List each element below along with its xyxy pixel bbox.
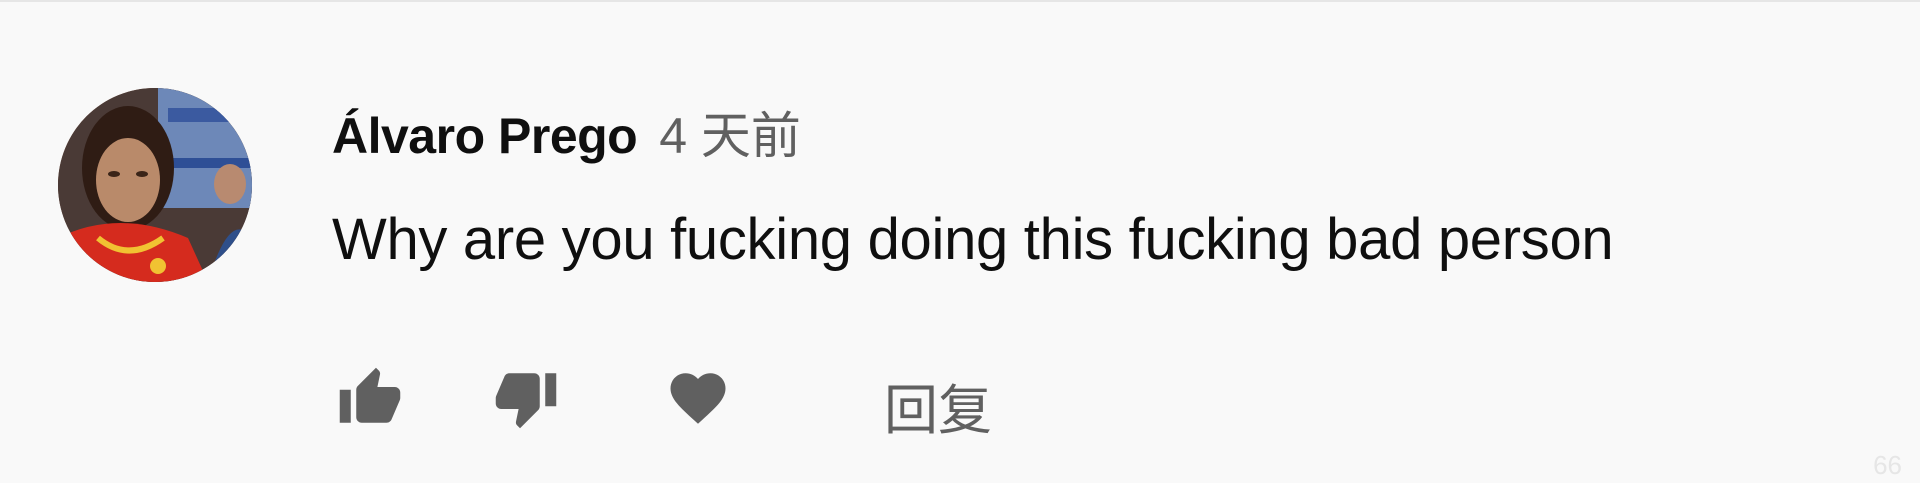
like-button[interactable] [332,362,408,434]
thumbs-down-icon [495,373,557,429]
comment-text: Why are you fucking doing this fucking b… [332,207,1614,272]
heart-button[interactable] [660,362,736,434]
heart-icon [670,373,726,424]
avatar-image [58,88,252,282]
author-name[interactable]: Álvaro Prego [332,107,638,165]
comment-time[interactable]: 4 天前 [659,96,801,168]
comment-header: Álvaro Prego 4 天前 [332,96,801,166]
watermark: 66 [1873,450,1902,480]
thumbs-up-icon [339,367,401,423]
reply-button[interactable]: 回复 [884,366,992,445]
comment-thread: Álvaro Prego 4 天前 Why are you fucking do… [0,0,1920,483]
dislike-button[interactable] [488,362,564,434]
comment-actions: 回复 [332,362,1132,441]
avatar[interactable] [58,88,252,282]
